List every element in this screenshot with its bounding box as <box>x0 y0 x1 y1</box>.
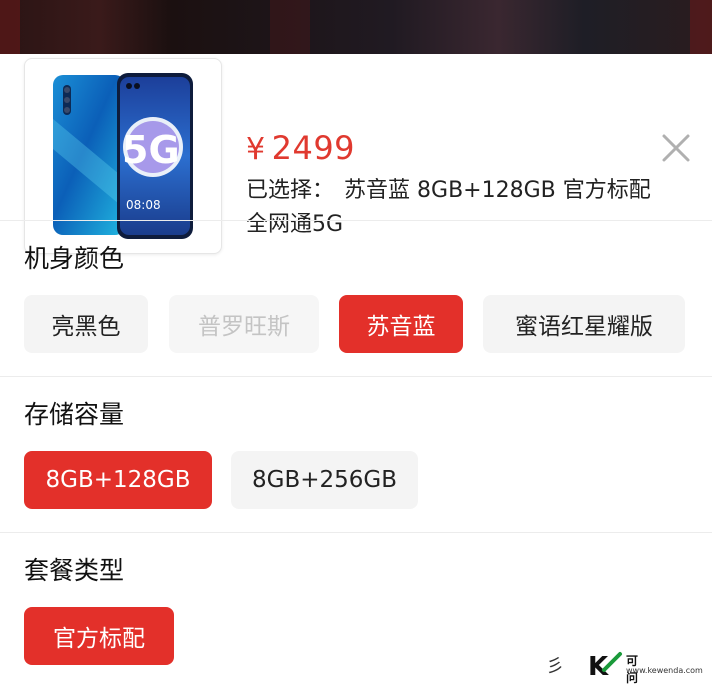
selected-label: 已选择： <box>246 178 335 203</box>
phone-5g-image: 5G 08:08 <box>53 73 193 239</box>
storage-section-title: 存储容量 <box>24 400 125 429</box>
selected-spec: 8GB+128GB 官方标配 <box>417 178 651 203</box>
color-option-3[interactable]: 蜜语红星耀版 <box>483 295 685 353</box>
background-page <box>0 0 712 54</box>
color-option-2[interactable]: 苏音蓝 <box>339 295 463 353</box>
divider <box>0 532 712 533</box>
selected-color: 苏音蓝 <box>344 178 411 203</box>
storage-option-0[interactable]: 8GB+128GB <box>24 451 212 509</box>
selected-summary: 已选择： 苏音蓝 8GB+128GB 官方标配 全网通5G <box>246 174 696 242</box>
currency-symbol: ¥ <box>246 132 266 167</box>
divider <box>0 220 712 221</box>
sku-selector-sheet: 5G 08:08 ¥2499 已选择： 苏音蓝 8GB+128GB 官方标配 全网… <box>0 54 712 687</box>
color-option-0[interactable]: 亮黑色 <box>24 295 148 353</box>
watermark-logo: K <box>586 650 706 680</box>
selected-network: 全网通5G <box>246 212 344 237</box>
close-icon <box>662 134 690 162</box>
logo-k-icon: K <box>588 652 622 680</box>
close-button[interactable] <box>658 130 694 166</box>
product-thumbnail: 5G 08:08 <box>24 58 222 254</box>
package-section-title: 套餐类型 <box>24 556 125 585</box>
divider <box>0 376 712 377</box>
color-option-1[interactable]: 普罗旺斯 <box>169 295 319 353</box>
watermark-glyph: 彡 <box>546 656 564 677</box>
svg-text:5G: 5G <box>122 128 180 172</box>
storage-option-1[interactable]: 8GB+256GB <box>231 451 418 509</box>
watermark-logo-url: www.kewenda.com <box>626 666 703 675</box>
package-option-0[interactable]: 官方标配 <box>24 607 174 665</box>
svg-text:08:08: 08:08 <box>126 198 161 212</box>
price: ¥2499 <box>246 128 355 168</box>
color-section-title: 机身颜色 <box>24 244 125 273</box>
price-value: 2499 <box>271 129 356 167</box>
